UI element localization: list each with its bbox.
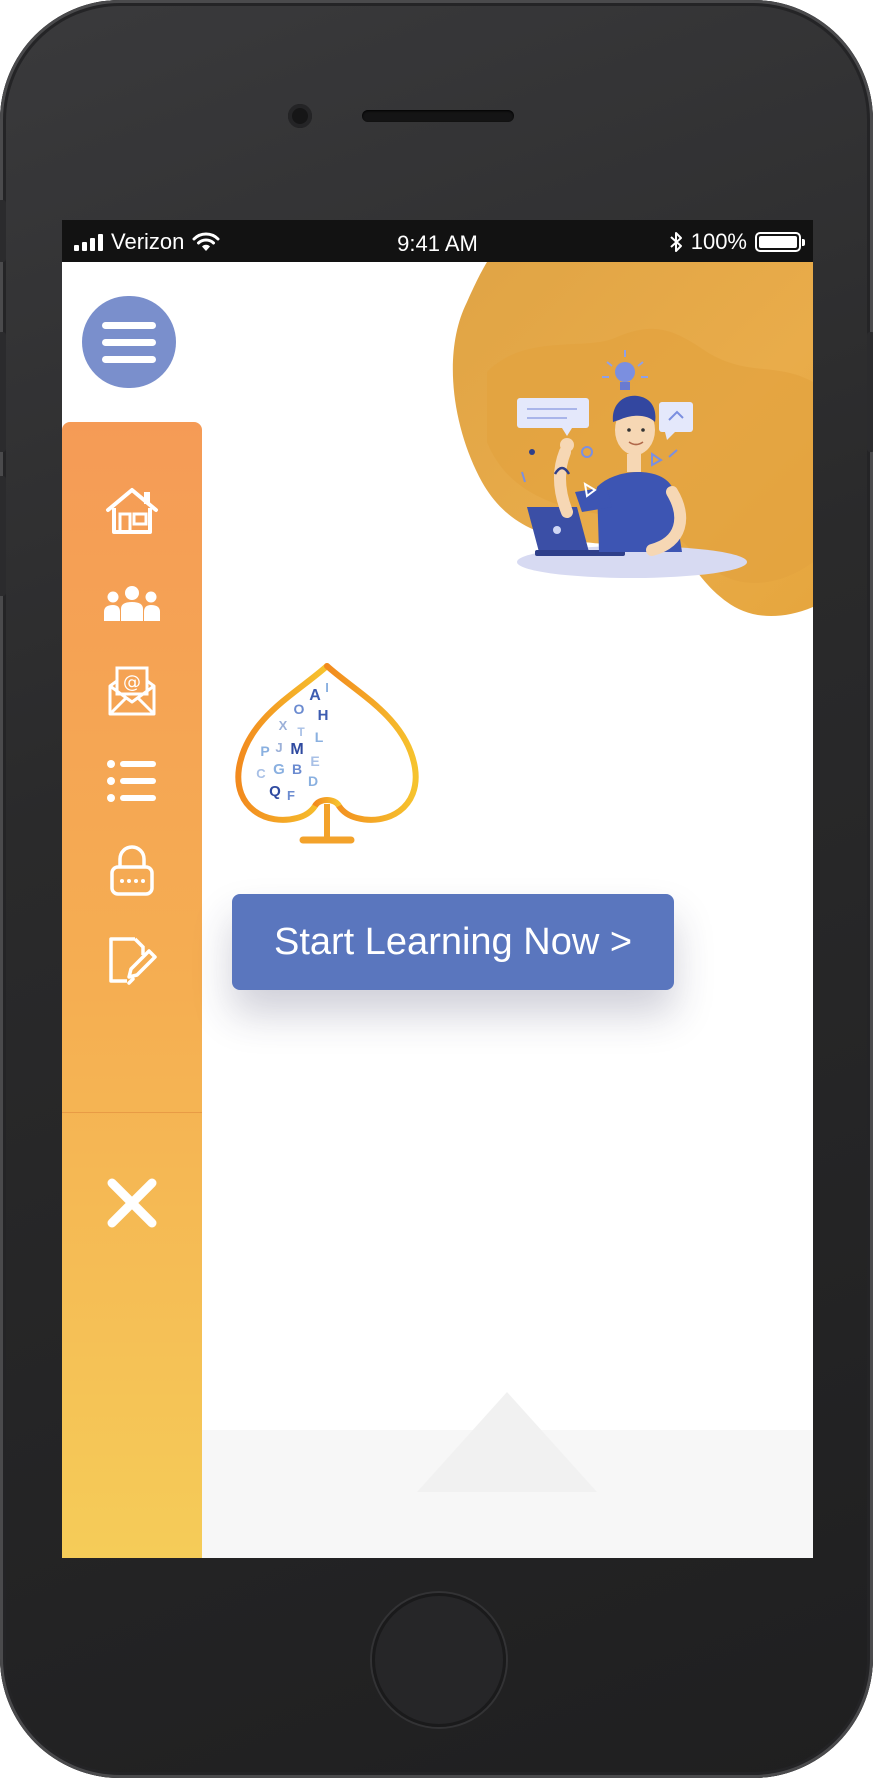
- logo-letter: O: [294, 701, 305, 717]
- logo-letter: P: [260, 743, 269, 759]
- sidebar-item-list[interactable]: [82, 740, 182, 822]
- sidebar-item-edit[interactable]: [82, 920, 182, 1002]
- screen: Verizon 9:41 AM 100% @ A I O H X T L P J…: [62, 220, 813, 1558]
- sidebar-item-lock[interactable]: [82, 830, 182, 912]
- edit-icon: [109, 937, 157, 985]
- hero-illustration: [452, 262, 813, 617]
- logo-letter: A: [309, 687, 321, 704]
- logo-letter: J: [275, 740, 282, 755]
- sidebar-item-groups[interactable]: [82, 562, 182, 644]
- bluetooth-icon: [670, 232, 682, 252]
- list-icon: [107, 760, 156, 802]
- logo-letter: B: [292, 761, 302, 777]
- volume-up-button: [0, 332, 6, 452]
- menu-toggle-button[interactable]: [82, 296, 176, 388]
- sidebar-close-button[interactable]: [82, 1162, 182, 1244]
- logo-letter: Q: [269, 783, 281, 800]
- svg-text:@: @: [123, 672, 141, 693]
- logo-letter: L: [315, 729, 324, 745]
- battery-icon: [755, 232, 805, 252]
- earpiece-speaker: [362, 110, 514, 122]
- sidebar-item-mail[interactable]: @: [82, 650, 182, 732]
- logo-letter: D: [308, 773, 318, 789]
- hamburger-icon-bar: [102, 321, 156, 329]
- volume-down-button: [0, 476, 6, 596]
- home-icon: [106, 488, 158, 534]
- sidebar-item-home[interactable]: [82, 470, 182, 552]
- logo-letter: I: [325, 680, 329, 695]
- status-right: 100%: [669, 229, 805, 255]
- battery-percent: 100%: [690, 229, 747, 254]
- phone-frame: Verizon 9:41 AM 100% @ A I O H X T L P J…: [0, 0, 873, 1778]
- bottom-decoration: [417, 1392, 597, 1492]
- logo-letter: E: [310, 753, 319, 769]
- close-icon: [107, 1178, 157, 1228]
- logo-letter: M: [290, 741, 303, 758]
- lock-icon: [110, 845, 154, 896]
- status-bar: Verizon 9:41 AM 100%: [62, 220, 813, 262]
- start-learning-button[interactable]: Start Learning Now >: [232, 894, 674, 990]
- group-icon: [104, 586, 160, 621]
- front-camera: [288, 104, 312, 128]
- logo-letter: F: [287, 788, 295, 803]
- sidebar: @: [62, 422, 202, 1558]
- ring-switch: [0, 200, 6, 262]
- mail-icon: @: [108, 666, 156, 716]
- sidebar-divider: [62, 1112, 202, 1113]
- power-button: [867, 332, 873, 452]
- hamburger-icon-bar: [102, 355, 156, 363]
- hamburger-icon-bar: [102, 338, 156, 346]
- logo-letter: H: [318, 707, 329, 724]
- logo-letter: C: [256, 766, 266, 781]
- app-logo: A I O H X T L P J M E C G B D Q F: [235, 663, 419, 844]
- home-button[interactable]: [372, 1593, 506, 1727]
- logo-letter: G: [273, 761, 285, 778]
- logo-letter: T: [297, 725, 305, 739]
- logo-letter: X: [279, 718, 288, 733]
